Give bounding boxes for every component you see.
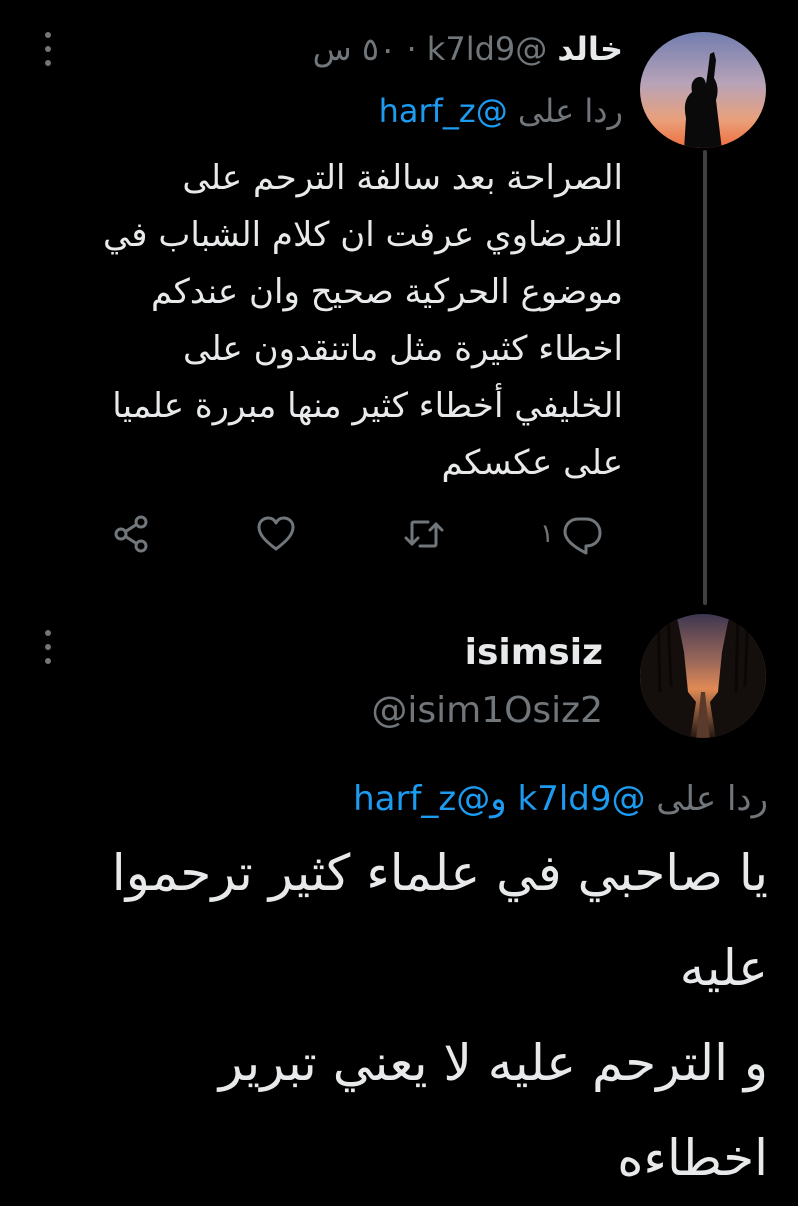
share-button[interactable] — [110, 506, 154, 562]
share-icon — [114, 515, 148, 553]
avatar[interactable] — [638, 30, 768, 150]
more-options-icon[interactable] — [40, 32, 56, 66]
timestamp[interactable]: ٥٠ س — [313, 30, 397, 68]
display-name[interactable]: خالد — [557, 30, 623, 68]
tweet-text: الصراحة بعد سالفة الترحم على القرضاوي عر… — [102, 158, 623, 483]
reply-count: ١ — [540, 519, 554, 549]
retweet-icon — [404, 520, 444, 548]
reply-button[interactable]: ١ — [540, 506, 604, 562]
more-options-icon[interactable] — [40, 630, 56, 664]
like-icon — [257, 516, 295, 551]
thread-connector-line — [703, 150, 707, 605]
replying-to-label: ردا على — [517, 92, 623, 130]
reply-to-link[interactable]: @k7ld9 — [518, 779, 646, 819]
handle[interactable]: @isim1Osiz2 — [371, 690, 603, 731]
tweet-actions: ١ — [110, 506, 610, 562]
tweet-header: خالد @k7ld9 · ٥٠ س — [313, 26, 623, 72]
reply-icon — [563, 517, 602, 555]
reply-to-link[interactable]: @harf_z — [379, 92, 508, 130]
separator-dot: · — [406, 30, 417, 68]
replying-to: ردا على @harf_z — [379, 88, 623, 134]
tweet-text: يا صاحبي في علماء كثير ترحموا عليه و الت… — [111, 844, 768, 1187]
replying-to: ردا على @k7ld9 و@harf_z — [353, 774, 768, 824]
display-name[interactable]: isimsiz — [465, 632, 603, 673]
like-button[interactable] — [254, 506, 298, 562]
handle[interactable]: @k7ld9 — [427, 30, 547, 68]
avatar[interactable] — [638, 612, 768, 740]
retweet-button[interactable] — [402, 506, 446, 562]
replying-to-label: ردا على — [656, 779, 768, 819]
reply-to-link[interactable]: @harf_z — [353, 779, 490, 819]
reply-joiner: و — [490, 779, 507, 819]
